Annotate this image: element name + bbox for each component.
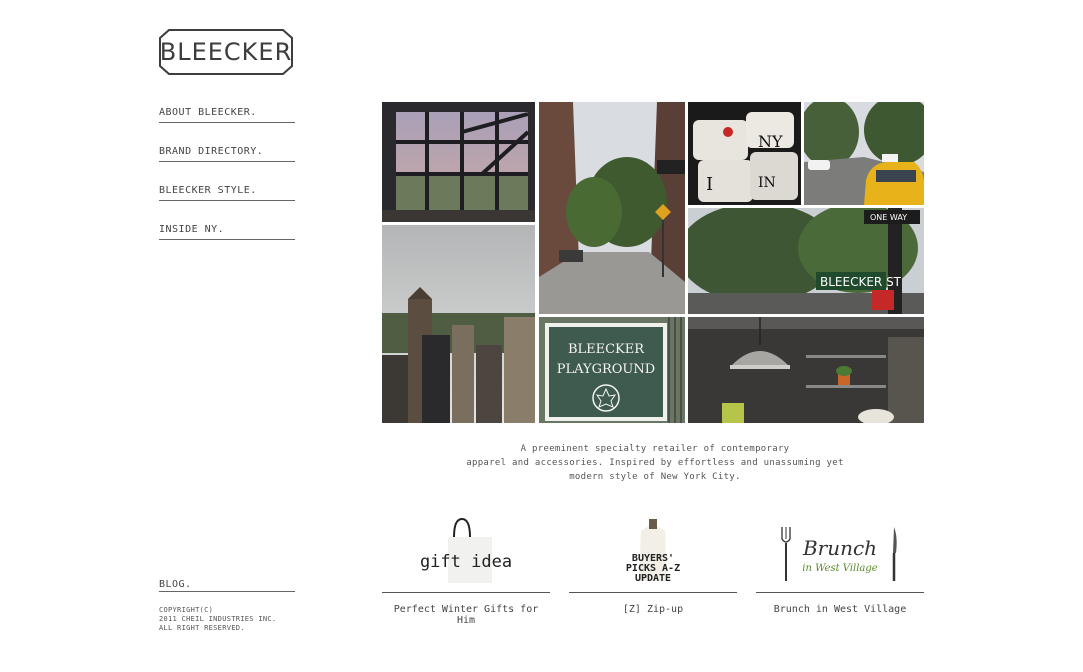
main-nav: ABOUT BLEECKER. BRAND DIRECTORY. BLEECKE…	[159, 102, 295, 258]
nav-brand-directory[interactable]: BRAND DIRECTORY.	[159, 141, 295, 162]
copyright-line: ALL RIGHT RESERVED.	[159, 624, 245, 632]
svg-text:Brunch: Brunch	[802, 536, 877, 560]
brunch-image[interactable]: Brunch in West Village	[756, 515, 924, 591]
store-description: A preeminent specialty retailer of conte…	[440, 442, 870, 484]
svg-text:IN: IN	[758, 175, 776, 191]
feature-caption-gifts[interactable]: Perfect Winter Gifts for Him	[382, 604, 550, 626]
copyright-line: COPYRIGHT(C)	[159, 606, 214, 614]
svg-text:NY: NY	[758, 132, 783, 151]
svg-text:in West Village: in West Village	[802, 563, 878, 574]
copyright-line: 2011 CHEIL INDUSTRIES INC.	[159, 615, 277, 623]
feature-brunch[interactable]: Brunch in West Village Brunch in West Vi…	[756, 515, 924, 625]
svg-text:I: I	[706, 174, 713, 195]
description-line-2: apparel and accessories. Inspired by eff…	[466, 458, 844, 468]
page: BLEECKER ABOUT BLEECKER. BRAND DIRECTORY…	[0, 0, 1083, 672]
feature-buyers-picks[interactable]: BUYERS' PICKS A-Z UPDATE [Z] Zip-up	[569, 515, 737, 625]
feature-caption-brunch[interactable]: Brunch in West Village	[756, 604, 924, 615]
feature-divider	[756, 592, 924, 593]
bleecker-logo[interactable]: BLEECKER	[159, 29, 293, 75]
nav-bleecker-style[interactable]: BLEECKER STYLE.	[159, 180, 295, 201]
nav-about[interactable]: ABOUT BLEECKER.	[159, 102, 295, 123]
mugs-photo[interactable]: NY I IN	[688, 102, 801, 205]
description-line-3: modern style of New York City.	[569, 472, 741, 482]
photo-mosaic: NY I IN ONE WAY BLEECKER ST BLEECKER PLA…	[382, 102, 924, 423]
taxi-photo[interactable]	[804, 102, 924, 205]
store-interior-photo[interactable]	[688, 317, 924, 423]
svg-text:BLEECKER ST: BLEECKER ST	[820, 275, 902, 289]
svg-text:UPDATE: UPDATE	[635, 573, 671, 584]
fork-icon	[781, 527, 791, 581]
gift-idea-image[interactable]: gift idea	[382, 515, 550, 591]
feature-gift-idea[interactable]: gift idea Perfect Winter Gifts for Him	[382, 515, 550, 626]
copyright-notice: COPYRIGHT(C) 2011 CHEIL INDUSTRIES INC. …	[159, 606, 309, 633]
knife-icon	[892, 527, 897, 581]
feature-caption-zip-up[interactable]: [Z] Zip-up	[569, 604, 737, 615]
nav-inside-ny[interactable]: INSIDE NY.	[159, 219, 295, 240]
window-photo[interactable]	[382, 102, 535, 222]
street-sign-photo[interactable]: ONE WAY BLEECKER ST	[688, 208, 924, 314]
svg-text:gift idea: gift idea	[420, 552, 512, 572]
feature-divider	[569, 592, 737, 593]
central-park-photo[interactable]	[382, 225, 535, 423]
nav-blog[interactable]: BLOG.	[159, 579, 295, 592]
buyers-picks-image[interactable]: BUYERS' PICKS A-Z UPDATE	[569, 515, 737, 591]
description-line-1: A preeminent specialty retailer of conte…	[520, 444, 790, 454]
svg-text:BLEECKER: BLEECKER	[568, 342, 645, 357]
svg-text:PLAYGROUND: PLAYGROUND	[557, 362, 655, 377]
street-photo[interactable]	[539, 102, 685, 314]
logo-text: BLEECKER	[159, 38, 293, 66]
svg-text:ONE WAY: ONE WAY	[870, 213, 907, 222]
feature-divider	[382, 592, 550, 593]
playground-sign-photo[interactable]: BLEECKER PLAYGROUND	[539, 317, 685, 423]
